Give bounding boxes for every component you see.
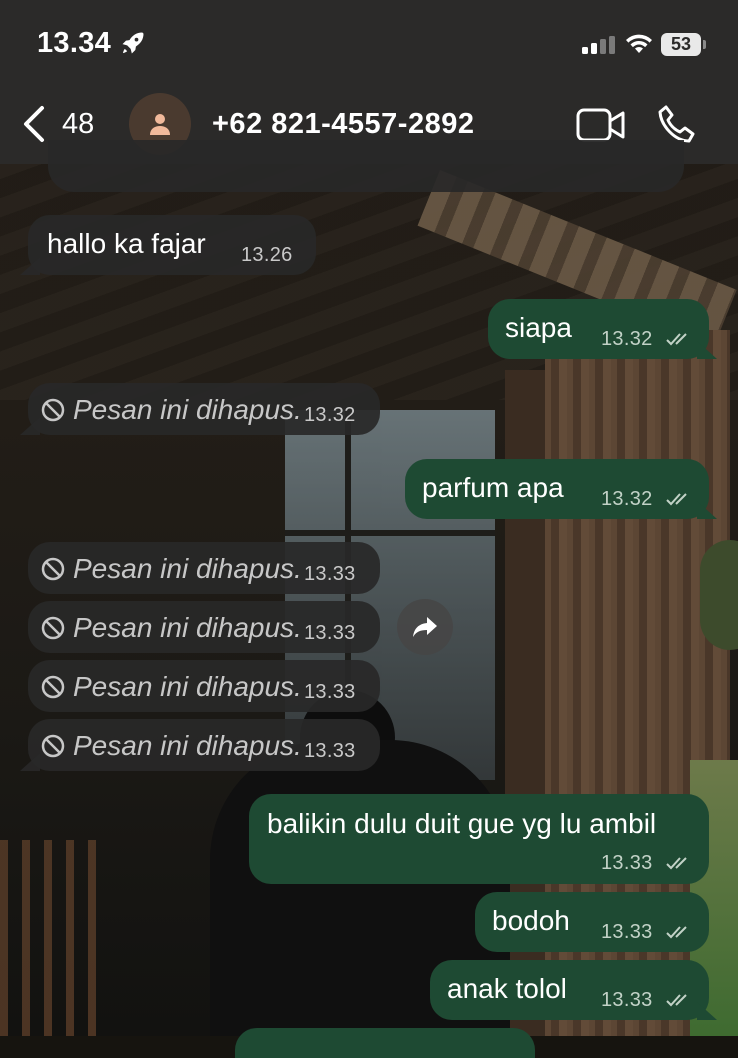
message-outgoing[interactable]: bodoh 13.33 xyxy=(475,892,709,952)
double-check-icon xyxy=(666,994,687,1007)
message-time: 13.33 xyxy=(601,921,653,943)
message-time: 13.33 xyxy=(601,989,653,1011)
message-text: Pesan ini dihapus. xyxy=(73,553,302,584)
message-deleted[interactable]: Pesan ini dihapus. 13.32 xyxy=(20,383,380,435)
message-time: 13.32 xyxy=(601,488,653,510)
person-icon xyxy=(150,114,170,135)
deleted-ban-icon xyxy=(41,734,65,758)
message-text: Pesan ini dihapus. xyxy=(73,612,302,643)
battery-icon: 53 xyxy=(661,33,701,56)
wifi-icon xyxy=(626,34,652,53)
unread-count[interactable]: 48 xyxy=(62,108,94,141)
double-check-icon xyxy=(666,857,687,870)
double-check-icon xyxy=(666,493,687,506)
rocket-icon xyxy=(122,32,144,54)
signal-icon xyxy=(582,36,616,54)
message-time: 13.32 xyxy=(601,328,653,350)
message-deleted[interactable]: Pesan ini dihapus. 13.33 xyxy=(28,542,380,594)
status-time: 13.34 xyxy=(37,27,112,59)
battery-tip xyxy=(703,40,706,49)
message-text: Pesan ini dihapus. xyxy=(73,730,302,761)
deleted-ban-icon xyxy=(41,398,65,422)
message-text: Pesan ini dihapus. xyxy=(73,671,302,702)
message-text: parfum apa xyxy=(422,472,564,503)
message-text: siapa xyxy=(505,312,572,343)
message-time: 13.32 xyxy=(304,404,356,426)
deleted-ban-icon xyxy=(41,557,65,581)
message-time: 13.33 xyxy=(304,622,356,644)
message-text: anak tolol xyxy=(447,973,567,1004)
next-message-bubble xyxy=(235,1028,535,1058)
message-deleted[interactable]: Pesan ini dihapus. 13.33 xyxy=(20,719,380,771)
double-check-icon xyxy=(666,926,687,939)
previous-message-bubble xyxy=(48,140,684,192)
message-text: hallo ka fajar xyxy=(47,228,206,259)
message-time: 13.33 xyxy=(601,852,653,874)
video-call-icon[interactable] xyxy=(576,106,626,144)
deleted-ban-icon xyxy=(41,616,65,640)
forward-button[interactable] xyxy=(397,599,453,655)
status-bar: 13.34 53 xyxy=(0,0,738,88)
message-text: Pesan ini dihapus. xyxy=(73,394,302,425)
forward-icon xyxy=(413,617,437,637)
message-outgoing[interactable]: siapa 13.32 xyxy=(488,299,717,359)
message-deleted[interactable]: Pesan ini dihapus. 13.33 xyxy=(28,660,380,712)
message-outgoing[interactable]: parfum apa 13.32 xyxy=(405,459,717,519)
message-text: balikin dulu duit gue yg lu ambil xyxy=(267,808,657,839)
message-text: bodoh xyxy=(492,905,570,936)
message-incoming[interactable]: hallo ka fajar 13.26 xyxy=(20,215,316,275)
contact-name[interactable]: +62 821-4557-2892 xyxy=(212,108,474,141)
message-outgoing[interactable]: anak tolol 13.33 xyxy=(430,960,717,1020)
message-time: 13.33 xyxy=(304,563,356,585)
message-time: 13.33 xyxy=(304,681,356,703)
double-check-icon xyxy=(666,333,687,346)
message-time: 13.33 xyxy=(304,740,356,762)
message-deleted[interactable]: Pesan ini dihapus. 13.33 xyxy=(28,601,380,653)
message-outgoing[interactable]: balikin dulu duit gue yg lu ambil 13.33 xyxy=(249,794,709,884)
chevron-left-icon[interactable] xyxy=(18,104,50,144)
deleted-ban-icon xyxy=(41,675,65,699)
message-time: 13.26 xyxy=(241,244,293,266)
